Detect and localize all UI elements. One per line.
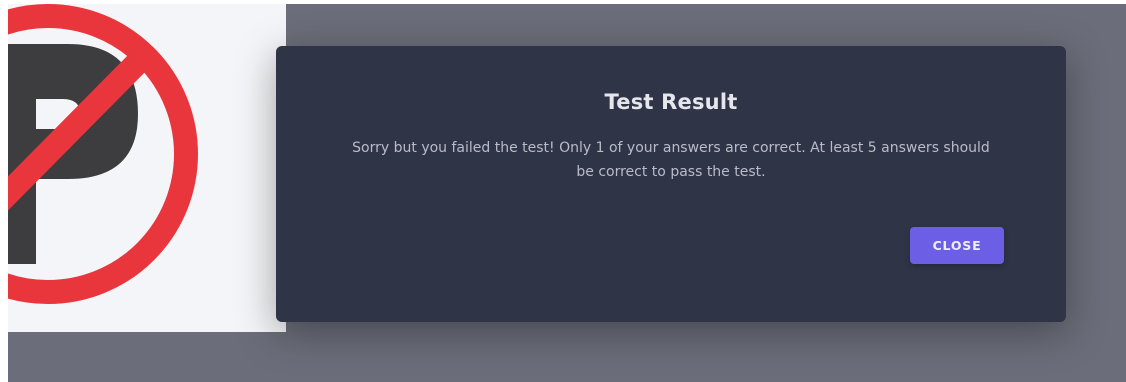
close-button[interactable]: CLOSE xyxy=(910,227,1004,264)
dialog-actions: CLOSE xyxy=(910,227,1004,264)
screen-viewport: Test Result Sorry but you failed the tes… xyxy=(8,4,1126,382)
background-image xyxy=(8,4,286,332)
dialog-message: Sorry but you failed the test! Only 1 of… xyxy=(352,140,990,180)
backdrop-strip xyxy=(8,332,1126,382)
no-parking-icon xyxy=(8,4,198,304)
dialog-title: Test Result xyxy=(604,90,738,114)
test-result-dialog: Test Result Sorry but you failed the tes… xyxy=(276,46,1066,322)
